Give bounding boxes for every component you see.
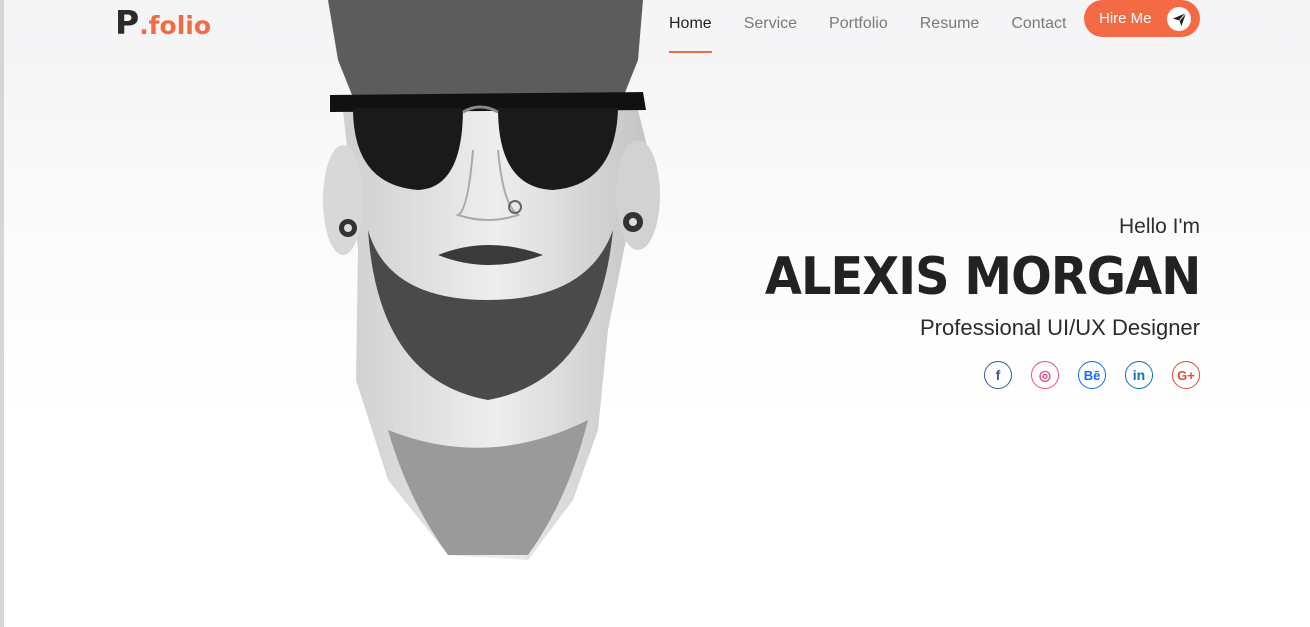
nav-portfolio[interactable]: Portfolio bbox=[829, 6, 888, 42]
nav-service[interactable]: Service bbox=[744, 6, 797, 42]
hero-greeting: Hello I'm bbox=[1118, 215, 1200, 238]
social-links: f ◎ Bē in G+ bbox=[727, 361, 1200, 389]
nav-resume[interactable]: Resume bbox=[920, 6, 980, 42]
behance-icon[interactable]: Bē bbox=[1078, 361, 1106, 389]
hero-intro: Hello I'm ALEXIS MORGAN Professional UI/… bbox=[727, 215, 1201, 389]
portrait-photo bbox=[323, 0, 660, 560]
hire-me-label: Hire Me bbox=[1099, 10, 1152, 27]
facebook-icon[interactable]: f bbox=[984, 361, 1012, 389]
nav-contact[interactable]: Contact bbox=[1011, 6, 1066, 42]
hire-me-button[interactable]: Hire Me bbox=[1084, 0, 1200, 37]
dribbble-icon[interactable]: ◎ bbox=[1031, 361, 1059, 389]
linkedin-icon[interactable]: in bbox=[1125, 361, 1153, 389]
paper-plane-icon bbox=[1167, 7, 1191, 31]
site-logo[interactable]: P.folio bbox=[115, 3, 211, 42]
window-edge bbox=[0, 0, 4, 627]
hero-role: Professional UI/UX Designer bbox=[919, 315, 1200, 340]
logo-text: .folio bbox=[139, 11, 212, 40]
google-plus-icon[interactable]: G+ bbox=[1172, 361, 1200, 389]
main-nav: Home Service Portfolio Resume Contact bbox=[669, 0, 1098, 53]
hero-name: ALEXIS MORGAN bbox=[764, 247, 1201, 307]
logo-letter: P bbox=[115, 3, 140, 42]
